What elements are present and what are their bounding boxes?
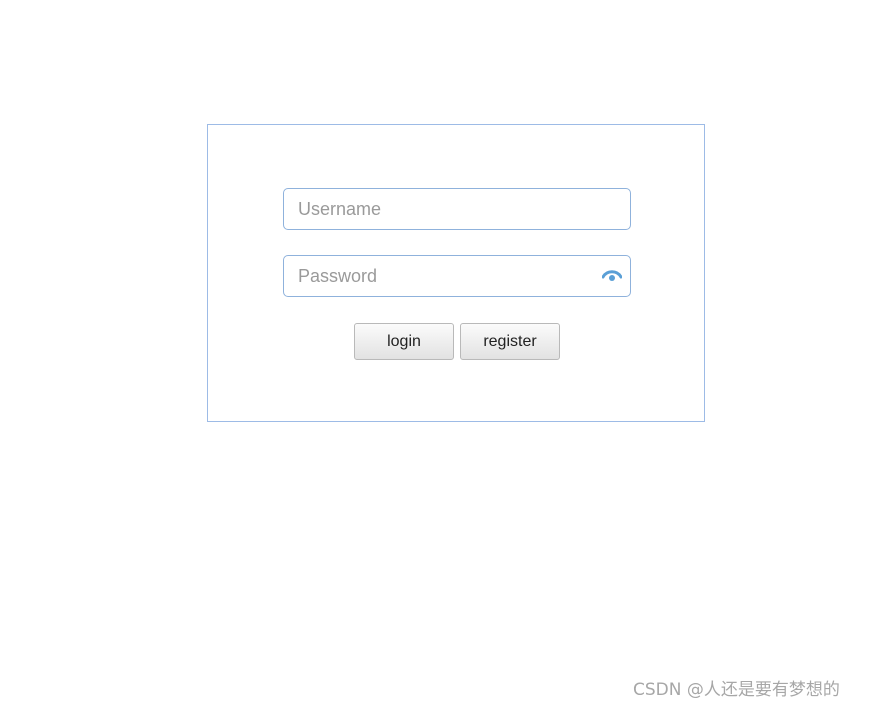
watermark-text: CSDN @人还是要有梦想的 (633, 680, 840, 700)
password-input[interactable] (284, 256, 630, 296)
register-button[interactable]: register (460, 323, 560, 360)
username-input[interactable] (284, 189, 630, 229)
page: login register CSDN @人还是要有梦想的 (0, 0, 879, 705)
login-button[interactable]: login (354, 323, 454, 360)
username-field-wrapper (283, 188, 631, 230)
password-field-wrapper (283, 255, 631, 297)
login-form: login register (207, 124, 705, 422)
eye-icon[interactable] (601, 268, 623, 284)
